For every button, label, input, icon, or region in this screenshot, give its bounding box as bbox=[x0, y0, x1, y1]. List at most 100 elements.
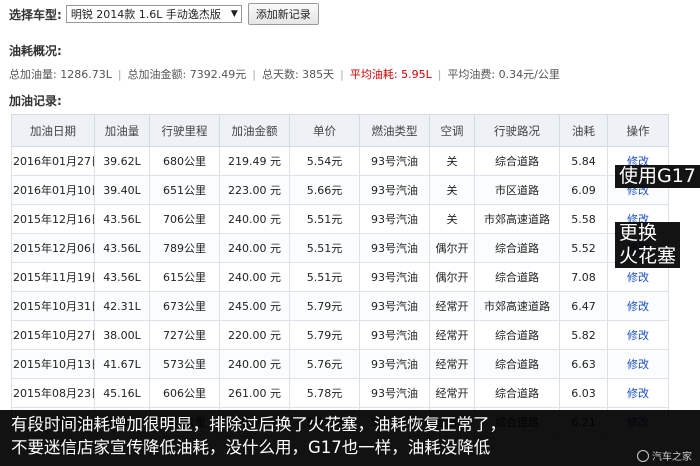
col-header: 行驶里程 bbox=[149, 114, 220, 147]
cell-mileage: 706公里 bbox=[149, 204, 220, 234]
cell-price: 5.51元 bbox=[289, 262, 360, 292]
cell-price: 5.79元 bbox=[289, 291, 360, 321]
cell-date: 2015年11月19日 bbox=[11, 262, 95, 292]
watermark: 汽车之家 bbox=[637, 448, 692, 463]
model-selector-bar: 选择车型: 明锐 2014款 1.6L 手动逸杰版 ▼ 添加新记录 bbox=[9, 3, 319, 25]
cell-price: 5.54元 bbox=[289, 146, 360, 176]
cell-ac: 经常开 bbox=[429, 320, 475, 350]
cell-mileage: 573公里 bbox=[149, 349, 220, 379]
total-fuel: 总加油量: 1286.73L bbox=[9, 68, 112, 81]
cell-price: 5.76元 bbox=[289, 349, 360, 379]
cell-price: 5.66元 bbox=[289, 175, 360, 205]
col-header: 加油日期 bbox=[11, 114, 95, 147]
edit-link[interactable]: 修改 bbox=[607, 291, 669, 321]
table-row: 2015年10月31日 42.31L 673公里 245.00 元 5.79元 93号汽油… bbox=[11, 291, 669, 321]
table-header-row: 加油日期 加油量 行驶里程 加油金额 单价 燃油类型 空调 行驶路况 油耗 操作 bbox=[11, 114, 669, 147]
col-header: 操作 bbox=[607, 114, 669, 147]
cell-volume: 43.56L bbox=[94, 262, 150, 292]
model-select-value: 明锐 2014款 1.6L 手动逸杰版 bbox=[70, 8, 221, 21]
cell-fuel: 93号汽油 bbox=[359, 262, 430, 292]
records-table: 加油日期 加油量 行驶里程 加油金额 单价 燃油类型 空调 行驶路况 油耗 操作… bbox=[11, 114, 669, 437]
cell-road: 市区道路 bbox=[474, 175, 560, 205]
cell-volume: 39.62L bbox=[94, 146, 150, 176]
chevron-down-icon: ▼ bbox=[230, 9, 238, 19]
cell-mileage: 606公里 bbox=[149, 378, 220, 408]
cell-date: 2016年01月10日 bbox=[11, 175, 95, 205]
cell-amount: 219.49 元 bbox=[219, 146, 290, 176]
avg-cost: 平均油费: 0.34元/公里 bbox=[447, 68, 560, 81]
table-row: 2015年12月16日 43.56L 706公里 240.00 元 5.51元 93号汽油… bbox=[11, 204, 669, 234]
cell-consumption: 5.82 bbox=[559, 320, 608, 350]
g17-annotation: 使用G17 bbox=[615, 165, 700, 188]
add-record-button[interactable]: 添加新记录 bbox=[247, 3, 319, 25]
autohome-logo-icon bbox=[637, 449, 649, 462]
cell-price: 5.51元 bbox=[289, 233, 360, 263]
model-select[interactable]: 明锐 2014款 1.6L 手动逸杰版 ▼ bbox=[65, 5, 242, 23]
cell-ac: 经常开 bbox=[429, 349, 475, 379]
cell-volume: 41.67L bbox=[94, 349, 150, 379]
cell-road: 综合道路 bbox=[474, 146, 560, 176]
cell-date: 2015年10月31日 bbox=[11, 291, 95, 321]
cell-fuel: 93号汽油 bbox=[359, 146, 430, 176]
total-days: 总天数: 385天 bbox=[261, 68, 335, 81]
table-row: 2015年10月27日 38.00L 727公里 220.00 元 5.79元 93号汽油… bbox=[11, 320, 669, 350]
cell-road: 市郊高速道路 bbox=[474, 204, 560, 234]
cell-consumption: 6.63 bbox=[559, 349, 608, 379]
watermark-text: 汽车之家 bbox=[652, 452, 692, 463]
cell-consumption: 5.84 bbox=[559, 146, 608, 176]
cell-amount: 240.00 元 bbox=[219, 204, 290, 234]
cell-mileage: 727公里 bbox=[149, 320, 220, 350]
cell-ac: 偶尔开 bbox=[429, 262, 475, 292]
cell-price: 5.79元 bbox=[289, 320, 360, 350]
cell-volume: 43.56L bbox=[94, 233, 150, 263]
cell-road: 综合道路 bbox=[474, 233, 560, 263]
cell-ac: 关 bbox=[429, 204, 475, 234]
col-header: 空调 bbox=[429, 114, 475, 147]
cell-amount: 240.00 元 bbox=[219, 349, 290, 379]
select-model-label: 选择车型: bbox=[9, 7, 62, 22]
cell-amount: 220.00 元 bbox=[219, 320, 290, 350]
cell-mileage: 673公里 bbox=[149, 291, 220, 321]
cell-amount: 240.00 元 bbox=[219, 262, 290, 292]
edit-link[interactable]: 修改 bbox=[607, 320, 669, 350]
edit-link[interactable]: 修改 bbox=[607, 378, 669, 408]
cell-road: 综合道路 bbox=[474, 320, 560, 350]
cell-volume: 39.40L bbox=[94, 175, 150, 205]
cell-fuel: 93号汽油 bbox=[359, 204, 430, 234]
cell-fuel: 93号汽油 bbox=[359, 378, 430, 408]
cell-amount: 261.00 元 bbox=[219, 378, 290, 408]
cell-date: 2015年10月27日 bbox=[11, 320, 95, 350]
table-row: 2016年01月27日 39.62L 680公里 219.49 元 5.54元 93号汽油… bbox=[11, 146, 669, 176]
cell-fuel: 93号汽油 bbox=[359, 291, 430, 321]
cell-consumption: 5.52 bbox=[559, 233, 608, 263]
summary-line: 总加油量: 1286.73L | 总加油金额: 7392.49元 | 总天数: 385天… bbox=[9, 66, 560, 82]
summary-title: 油耗概况: bbox=[9, 44, 62, 58]
cell-mileage: 615公里 bbox=[149, 262, 220, 292]
cell-date: 2015年10月13日 bbox=[11, 349, 95, 379]
edit-link[interactable]: 修改 bbox=[607, 349, 669, 379]
col-header: 单价 bbox=[289, 114, 360, 147]
col-header: 加油金额 bbox=[219, 114, 290, 147]
table-row: 2015年11月19日 43.56L 615公里 240.00 元 5.51元 93号汽油… bbox=[11, 262, 669, 292]
cell-date: 2015年12月16日 bbox=[11, 204, 95, 234]
cell-fuel: 93号汽油 bbox=[359, 320, 430, 350]
divider: | bbox=[252, 68, 256, 81]
cell-ac: 经常开 bbox=[429, 291, 475, 321]
cell-amount: 223.00 元 bbox=[219, 175, 290, 205]
cell-ac: 关 bbox=[429, 146, 475, 176]
cell-ac: 偶尔开 bbox=[429, 233, 475, 263]
cell-mileage: 680公里 bbox=[149, 146, 220, 176]
cell-consumption: 6.09 bbox=[559, 175, 608, 205]
divider: | bbox=[117, 68, 122, 81]
annotation-line: 更换 bbox=[619, 222, 658, 244]
col-header: 加油量 bbox=[94, 114, 150, 147]
cell-volume: 38.00L bbox=[94, 320, 150, 350]
cell-mileage: 651公里 bbox=[149, 175, 220, 205]
cell-volume: 42.31L bbox=[94, 291, 150, 321]
col-header: 行驶路况 bbox=[474, 114, 560, 147]
video-subtitle: 有段时间油耗增加很明显，排除过后换了火花塞，油耗恢复正常了， 不要迷信店家宣传降… bbox=[0, 410, 700, 466]
divider: | bbox=[340, 68, 344, 81]
cell-amount: 240.00 元 bbox=[219, 233, 290, 263]
table-row: 2015年10月13日 41.67L 573公里 240.00 元 5.76元 93号汽油… bbox=[11, 349, 669, 379]
divider: | bbox=[437, 68, 442, 81]
